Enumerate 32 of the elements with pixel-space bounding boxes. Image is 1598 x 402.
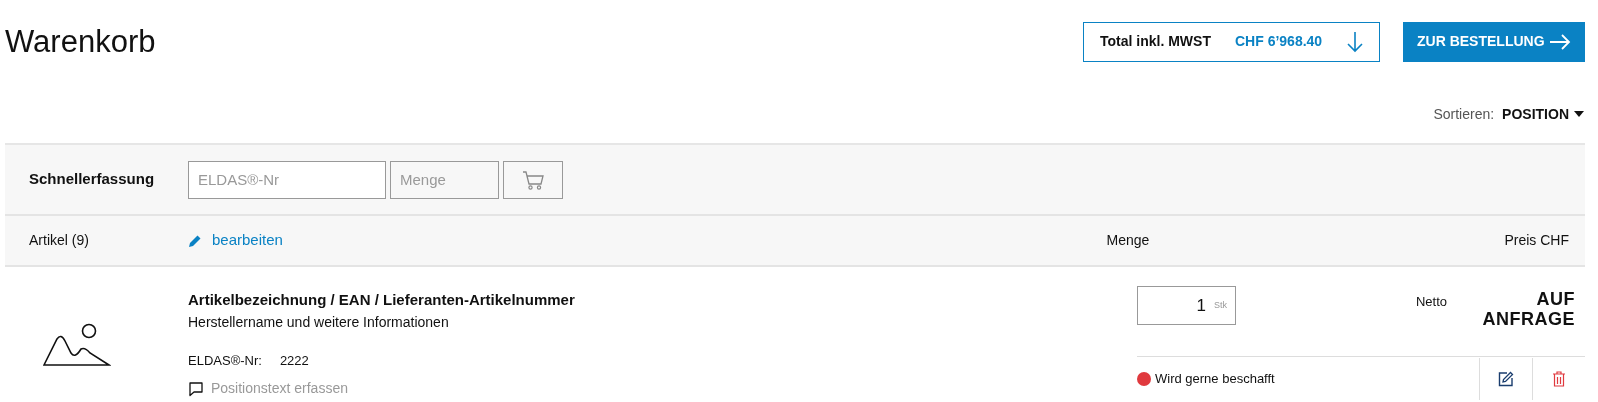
total-amount: CHF 6’968.40 — [1234, 32, 1323, 51]
item-number: 2222 — [279, 351, 309, 370]
article-number-field[interactable]: ELDAS®-Nr — [188, 160, 386, 199]
quick-entry-label: Schnellerfassung — [28, 169, 156, 190]
quantity-heading: Menge — [1105, 231, 1151, 250]
item-subtitle: Herstellername und weitere Informationen — [188, 312, 450, 332]
article-count: Artikel (9) — [28, 231, 90, 250]
item-number-label: ELDAS®-Nr: — [188, 351, 262, 370]
sort-dropdown[interactable]: POSITION — [1502, 103, 1585, 125]
quantity-input[interactable]: 1 Stk — [1137, 286, 1236, 325]
comment-icon — [188, 380, 204, 397]
trash-icon[interactable] — [1552, 370, 1566, 387]
edit-link[interactable]: bearbeiten — [188, 229, 283, 252]
cart-icon — [522, 169, 544, 190]
arrow-right-icon — [1549, 33, 1571, 50]
add-to-cart-button[interactable] — [503, 160, 563, 199]
order-button[interactable]: ZUR BESTELLUNG — [1403, 21, 1585, 62]
item-price: AUF ANFRAGE — [1481, 290, 1575, 330]
price-label: Netto — [1415, 293, 1447, 311]
arrow-down-icon — [1347, 30, 1363, 53]
image-placeholder-icon — [42, 322, 111, 367]
sort-label: Sortieren: — [1433, 104, 1495, 124]
caret-icon — [1573, 110, 1585, 118]
total-label: Total inkl. MWST — [1100, 32, 1211, 51]
edit-icon[interactable] — [1498, 370, 1514, 387]
quantity-field[interactable]: Menge — [390, 160, 499, 199]
item-title: Artikelbezeichnung / EAN / Lieferanten-Artikelnummer — [188, 290, 575, 310]
pencil-icon — [188, 233, 202, 248]
price-heading: Preis CHF — [1504, 231, 1570, 250]
position-text-link[interactable]: Positionstext erfassen — [188, 378, 575, 399]
status-text: Wird gerne beschafft — [1155, 369, 1275, 388]
page-title: Warenkorb — [5, 22, 156, 61]
